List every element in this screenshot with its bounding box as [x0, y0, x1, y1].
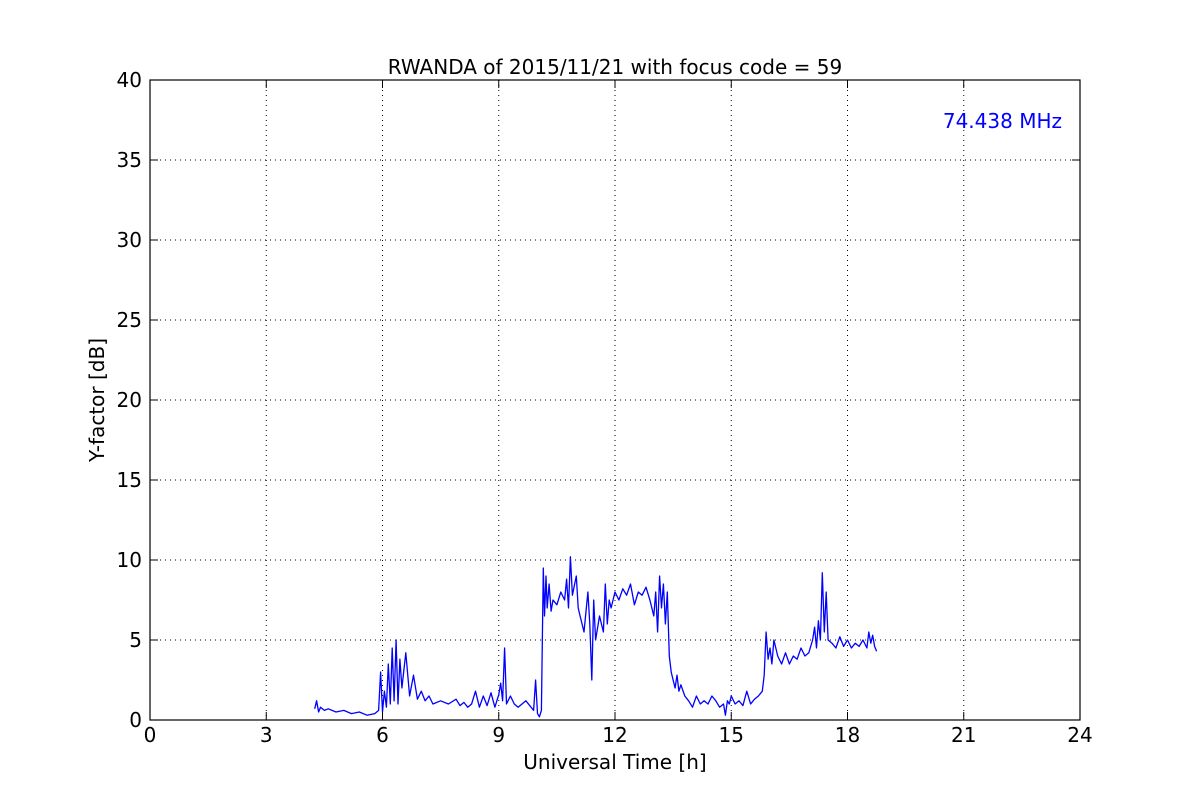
- x-tick-label: 0: [144, 723, 157, 747]
- y-tick-label: 0: [129, 708, 142, 732]
- frequency-annotation: 74.438 MHz: [943, 109, 1062, 133]
- x-tick-label: 6: [376, 723, 389, 747]
- y-tick-label: 20: [117, 388, 142, 412]
- series-line: [314, 556, 878, 718]
- y-tick-label: 30: [117, 228, 142, 252]
- series-layer: [314, 556, 878, 718]
- y-tick-label: 15: [117, 468, 142, 492]
- x-tick-label: 24: [1067, 723, 1092, 747]
- x-tick-label: 21: [951, 723, 976, 747]
- x-tick-label: 15: [719, 723, 744, 747]
- y-axis-tick-labels: 0 5 10 15 20 25 30 35 40: [117, 68, 142, 732]
- chart-title: RWANDA of 2015/11/21 with focus code = 5…: [388, 55, 842, 79]
- grid-lines: [150, 80, 1080, 720]
- chart-figure: 0 3 6 9 12 15 18 21 24 0 5 10 15 20 25 30 35 40 RWANDA o…: [0, 0, 1200, 800]
- x-axis-title: Universal Time [h]: [523, 750, 706, 774]
- x-tick-label: 12: [602, 723, 627, 747]
- y-tick-label: 5: [129, 628, 142, 652]
- y-tick-label: 35: [117, 148, 142, 172]
- x-axis-tick-labels: 0 3 6 9 12 15 18 21 24: [144, 723, 1093, 747]
- y-tick-label: 10: [117, 548, 142, 572]
- x-tick-label: 3: [260, 723, 273, 747]
- y-tick-label: 25: [117, 308, 142, 332]
- x-tick-label: 9: [492, 723, 505, 747]
- y-axis-title: Y-factor [dB]: [85, 338, 109, 463]
- y-tick-label: 40: [117, 68, 142, 92]
- line-chart: 0 3 6 9 12 15 18 21 24 0 5 10 15 20 25 30 35 40 RWANDA o…: [85, 55, 1093, 774]
- x-tick-label: 18: [835, 723, 860, 747]
